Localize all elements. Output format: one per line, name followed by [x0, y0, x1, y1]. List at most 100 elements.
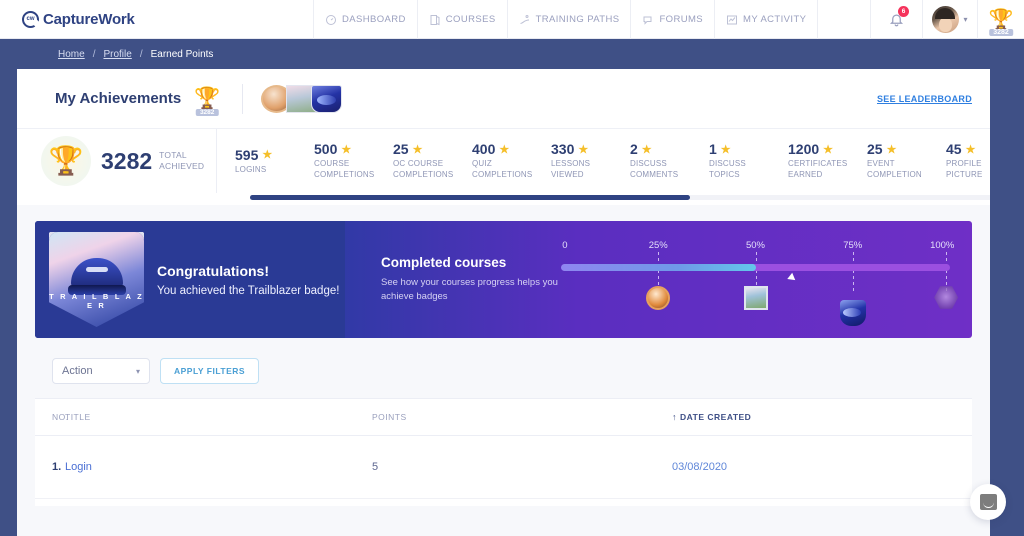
nav-label-training-paths: TRAINING PATHS: [535, 14, 620, 25]
mouse-cursor-icon: [787, 272, 798, 283]
stat-label: COURSE COMPLETIONS: [314, 159, 375, 179]
progress-bar-track[interactable]: [561, 263, 950, 271]
column-header-title[interactable]: TITLE: [65, 412, 372, 422]
stat-value: 25 ★: [393, 141, 454, 157]
column-header-no[interactable]: NO.: [35, 412, 68, 422]
stat-number: 25: [393, 141, 409, 158]
header-trophy: 🏆 3282: [190, 83, 224, 116]
congrats-subtitle: You achieved the Trailblazer badge!: [157, 284, 340, 297]
pilot-cap-shape: [67, 257, 126, 295]
chat-widget-button[interactable]: [970, 484, 1006, 520]
action-select[interactable]: Action ▾: [52, 358, 150, 384]
nav-label-my-activity: MY ACTIVITY: [743, 14, 807, 25]
banner-progress-section: Completed courses See how your courses p…: [345, 221, 972, 338]
badge-ribbon-text: T R A I L B L A Z E R: [49, 292, 144, 310]
breadcrumb-separator-2: /: [139, 48, 143, 60]
stat-number: 595: [235, 146, 259, 163]
brand-logo[interactable]: cw CaptureWork: [22, 10, 135, 28]
nav-item-dashboard[interactable]: DASHBOARD: [313, 0, 418, 39]
apply-filters-button[interactable]: APPLY FILTERS: [160, 358, 260, 384]
right-edge-panel: [993, 78, 1024, 220]
star-icon: ★: [720, 143, 731, 156]
progress-badge-locked-icon[interactable]: [934, 286, 959, 309]
tick-75: 75%: [843, 239, 863, 251]
stats-row: 🏆 3282 TOTAL ACHIEVED 595 ★ LOGINS 500 ★ C…: [17, 129, 990, 193]
stat-profile-picture: 45 ★ PROFILE PICTURE: [928, 129, 990, 193]
column-header-points[interactable]: POINTS: [372, 412, 672, 422]
table-row[interactable]: 1. Login 5 03/08/2020: [35, 436, 972, 498]
stat-label: QUIZ COMPLETIONS: [472, 159, 533, 179]
nav-item-forums[interactable]: FORUMS: [631, 0, 716, 39]
top-right-actions: 6 ▾ 🏆 3282: [870, 0, 1024, 39]
row-title-link[interactable]: Login: [65, 461, 92, 473]
chat-bubble-icon: [643, 16, 652, 25]
trophy-icon: 🏆: [988, 8, 1014, 31]
notifications-button[interactable]: 6: [870, 0, 922, 39]
column-header-date-created[interactable]: ↑ DATE CREATED: [672, 412, 972, 422]
completed-courses-title: Completed courses: [381, 255, 507, 271]
stat-oc-course-completions: 25 ★ OC COURSE COMPLETIONS: [375, 129, 454, 193]
stats-scrollbar-thumb[interactable]: [250, 195, 690, 200]
total-achieved-label: TOTAL ACHIEVED: [159, 150, 204, 171]
stat-label: DISCUSS TOPICS: [709, 159, 746, 179]
stat-quiz-completions: 400 ★ QUIZ COMPLETIONS: [454, 129, 533, 193]
points-trophy-button[interactable]: 🏆 3282: [978, 0, 1024, 39]
total-achieved-value: 3282: [101, 147, 153, 174]
logo-mark-icon: cw: [22, 10, 39, 28]
divider: [242, 83, 244, 114]
tick-100: 100%: [930, 239, 955, 251]
badge-thumb-trailblazer-icon[interactable]: [311, 84, 343, 113]
stat-label: LESSONS VIEWED: [551, 159, 591, 179]
trophy-icon: 🏆: [194, 87, 221, 110]
breadcrumb-profile[interactable]: Profile: [103, 49, 131, 60]
main-nav: DASHBOARD COURSES TRAINING PATHS FORUMS …: [313, 0, 819, 39]
achievement-banner: T R A I L B L A Z E R Congratulations! Y…: [35, 221, 972, 338]
main-content-card: My Achievements 🏆 3282 SEE LEADERBOARD 🏆…: [17, 69, 990, 536]
breadcrumb-current: Earned Points: [150, 48, 214, 60]
stat-number: 330: [551, 141, 575, 158]
course-progress-chart: 0 25% 50% 75% 100%: [561, 239, 959, 326]
breadcrumb-home[interactable]: Home: [58, 49, 85, 60]
chevron-down-icon: ▾: [963, 15, 968, 24]
congrats-title: Congratulations!: [157, 262, 269, 279]
stat-label: PROFILE PICTURE: [946, 159, 983, 179]
row-title: Login: [65, 461, 372, 473]
book-icon: [430, 14, 440, 25]
user-menu[interactable]: ▾: [922, 0, 978, 39]
stat-certificates-earned: 1200 ★ CERTIFICATES EARNED: [770, 129, 849, 193]
breadcrumb: Home / Profile / Earned Points: [0, 39, 1024, 69]
stat-value: 1 ★: [709, 141, 770, 157]
progress-badge-landscape-icon[interactable]: [743, 285, 768, 310]
stat-value: 45 ★: [946, 141, 990, 157]
stat-number: 2: [630, 141, 638, 158]
trophy-points-badge: 3282: [989, 29, 1013, 36]
path-icon: [519, 14, 529, 24]
stat-label: LOGINS: [235, 164, 267, 174]
chevron-down-icon: ▾: [135, 366, 140, 376]
gridline-75: [852, 251, 854, 294]
progress-bar-fill: [561, 263, 756, 271]
stat-lessons-viewed: 330 ★ LESSONS VIEWED: [533, 129, 612, 193]
stat-label: CERTIFICATES EARNED: [788, 159, 848, 179]
banner-congrats-section: T R A I L B L A Z E R Congratulations! Y…: [35, 221, 345, 338]
achievements-header: My Achievements 🏆 3282 SEE LEADERBOARD: [17, 69, 990, 129]
tick-25: 25%: [648, 239, 668, 251]
total-label-line2: ACHIEVED: [159, 161, 205, 171]
sort-ascending-icon: ↑: [672, 412, 677, 422]
star-icon: ★: [823, 143, 834, 156]
notification-count-badge: 6: [898, 6, 909, 17]
progress-badge-trailblazer-icon[interactable]: [839, 299, 866, 326]
stat-number: 45: [946, 141, 962, 158]
stat-course-completions: 500 ★ COURSE COMPLETIONS: [296, 129, 375, 193]
nav-item-my-activity[interactable]: MY ACTIVITY: [715, 0, 819, 39]
page-body: Home / Profile / Earned Points My Achiev…: [0, 39, 1024, 536]
see-leaderboard-link[interactable]: SEE LEADERBOARD: [877, 94, 972, 104]
nav-item-training-paths[interactable]: TRAINING PATHS: [508, 0, 632, 39]
tick-50: 50%: [745, 239, 766, 251]
progress-badge-bronze-coin-icon[interactable]: [646, 285, 671, 310]
stat-label: OC COURSE COMPLETIONS: [393, 159, 454, 179]
star-icon: ★: [341, 143, 352, 156]
total-trophy-icon: 🏆: [41, 136, 91, 186]
nav-item-courses[interactable]: COURSES: [418, 0, 508, 39]
star-icon: ★: [499, 143, 510, 156]
